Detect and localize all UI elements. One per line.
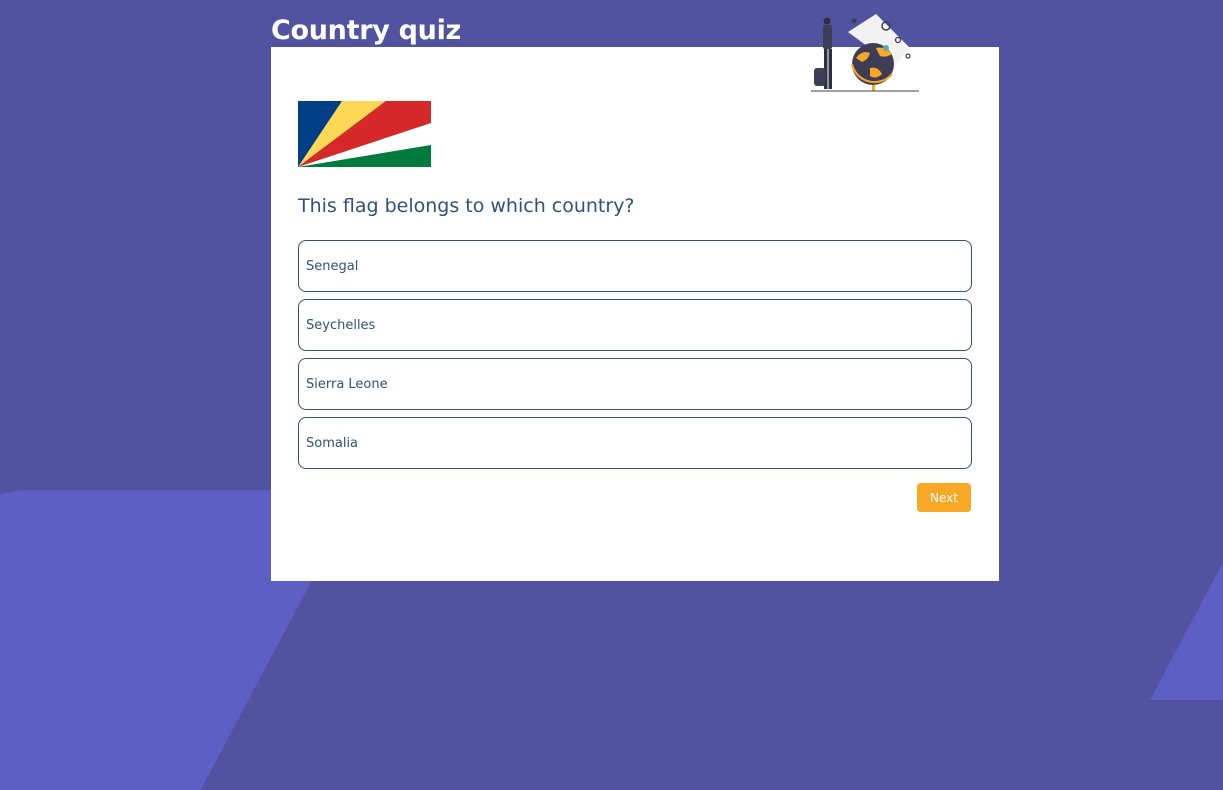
answer-options: Senegal Seychelles Sierra Leone Somalia (298, 240, 972, 476)
answer-option-somalia[interactable]: Somalia (298, 417, 972, 469)
traveler-globe-illustration (811, 14, 919, 92)
answer-option-senegal[interactable]: Senegal (298, 240, 972, 292)
background-shape-right (1150, 440, 1223, 700)
quiz-question: This flag belongs to which country? (298, 195, 635, 217)
page-title: Country quiz (271, 15, 461, 46)
quiz-card: This flag belongs to which country? Sene… (271, 47, 999, 581)
seychelles-flag-icon (298, 101, 431, 167)
answer-option-seychelles[interactable]: Seychelles (298, 299, 972, 351)
next-button[interactable]: Next (917, 483, 971, 512)
answer-option-sierra-leone[interactable]: Sierra Leone (298, 358, 972, 410)
